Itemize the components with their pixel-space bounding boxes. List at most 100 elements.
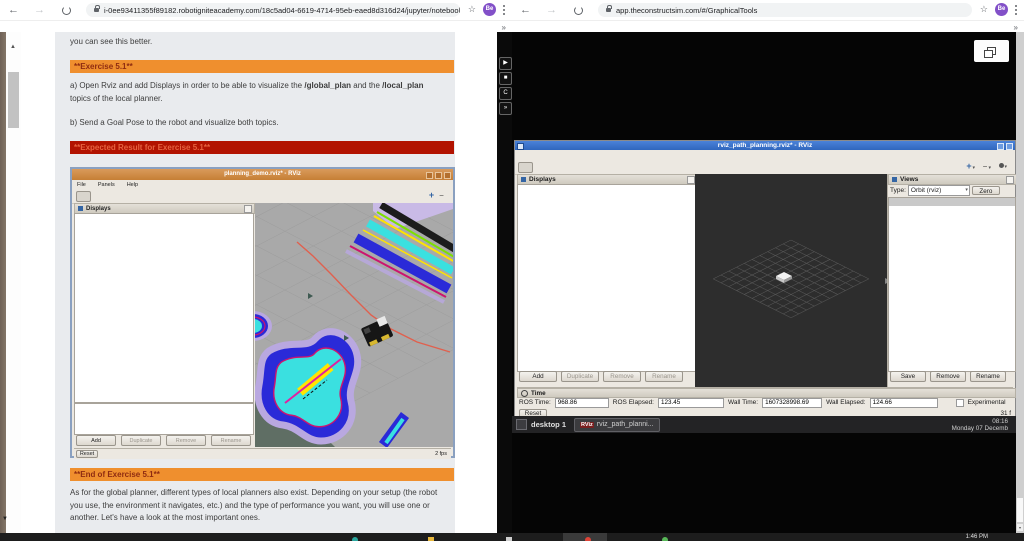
address-bar[interactable]: i-0ee93411355f89182.robotigniteacademy.c…: [86, 3, 460, 17]
panel-float-icon[interactable]: [1006, 175, 1014, 184]
toolbar-button[interactable]: [584, 162, 599, 173]
tree-row[interactable]: [518, 233, 696, 241]
address-bar[interactable]: app.theconstructsim.com/#/GraphicalTools: [598, 3, 972, 17]
notebook-scrollbar[interactable]: ▲ ▼: [2, 32, 21, 533]
toolbar-button[interactable]: [650, 162, 665, 173]
tree-row[interactable]: [889, 214, 1015, 222]
wall-time-field[interactable]: [762, 397, 823, 408]
bookmark-item[interactable]: [54, 23, 64, 30]
bookmark-item[interactable]: [589, 23, 599, 30]
bookmarks-overflow-icon[interactable]: »: [502, 23, 506, 32]
tree-row[interactable]: [518, 241, 696, 249]
tree-row[interactable]: [518, 209, 696, 217]
scroll-down-icon[interactable]: ▼: [2, 516, 8, 522]
side-panel-button[interactable]: ▶: [499, 57, 512, 70]
scroll-down-icon[interactable]: ▾: [1017, 524, 1023, 531]
tree-row[interactable]: [518, 217, 696, 225]
taskbar-app-icon[interactable]: [506, 537, 512, 541]
scrollbar-thumb[interactable]: [8, 72, 19, 128]
fullscreen-toggle-button[interactable]: [974, 40, 1009, 62]
tree-row[interactable]: [518, 185, 696, 193]
panel-button[interactable]: Remove: [930, 371, 966, 382]
ros-time-field[interactable]: [554, 397, 609, 408]
ros-elapsed-field[interactable]: [657, 397, 724, 408]
bookmark-item[interactable]: [566, 23, 576, 30]
bookmark-item[interactable]: [100, 23, 110, 30]
bookmark-item[interactable]: [520, 23, 530, 30]
bookmark-item[interactable]: [31, 23, 41, 30]
browser-menu-icon[interactable]: [503, 9, 505, 11]
bookmarks-overflow-icon[interactable]: »: [1014, 23, 1018, 32]
bookmark-star-icon[interactable]: ☆: [980, 4, 988, 15]
side-panel-button[interactable]: ■: [499, 72, 512, 85]
tree-row[interactable]: [889, 198, 1015, 206]
remove-tool-icon[interactable]: ▾: [981, 163, 991, 171]
forward-icon[interactable]: →: [546, 3, 557, 17]
zero-button[interactable]: Zero: [971, 185, 1000, 195]
avatar[interactable]: Be: [995, 3, 1008, 16]
panel-button[interactable]: Rename: [970, 371, 1006, 382]
toolbar-button[interactable]: [628, 162, 643, 173]
tree-row[interactable]: [889, 206, 1015, 214]
tree-row[interactable]: [889, 238, 1015, 246]
add-tool-icon[interactable]: ▾: [965, 163, 975, 171]
tree-row[interactable]: [518, 193, 696, 201]
experimental-checkbox[interactable]: [955, 398, 964, 407]
tree-row[interactable]: [518, 249, 696, 257]
taskbar-app-icon[interactable]: [352, 537, 358, 541]
desktop-label[interactable]: desktop 1: [531, 420, 566, 429]
side-panel-button[interactable]: C: [499, 87, 512, 100]
taskbar-window-button[interactable]: RViz rviz_path_planni...: [574, 417, 660, 432]
toolbar-button[interactable]: [606, 162, 621, 173]
browser-menu-icon[interactable]: [1015, 9, 1017, 11]
bookmark-item[interactable]: [146, 23, 156, 30]
panel-float-icon[interactable]: [687, 175, 695, 184]
back-icon[interactable]: ←: [520, 3, 531, 17]
reload-icon[interactable]: [574, 6, 583, 15]
rviz-titlebar[interactable]: rviz_path_planning.rviz* - RViz: [515, 141, 1015, 150]
scrollbar-thumb[interactable]: [1017, 498, 1023, 522]
bookmark-star-icon[interactable]: ☆: [468, 4, 476, 15]
window-buttons[interactable]: [997, 143, 1013, 150]
taskbar-app-icon[interactable]: [428, 537, 434, 541]
panel-button[interactable]: Add: [519, 371, 557, 382]
forward-icon[interactable]: →: [34, 3, 45, 17]
tree-row[interactable]: [889, 254, 1015, 262]
bookmark-item[interactable]: [543, 23, 553, 30]
tree-row[interactable]: [889, 230, 1015, 238]
tree-row[interactable]: [518, 265, 696, 273]
tree-row[interactable]: [889, 270, 1015, 278]
toolbar-button[interactable]: [672, 162, 687, 173]
bookmark-item[interactable]: [8, 23, 18, 30]
panel-button[interactable]: Rename: [645, 371, 683, 382]
tree-row[interactable]: [889, 222, 1015, 230]
panel-button[interactable]: Duplicate: [561, 371, 599, 382]
panel-button[interactable]: Save: [890, 371, 926, 382]
taskbar-app-icon[interactable]: [585, 537, 591, 541]
reload-icon[interactable]: [62, 6, 71, 15]
scroll-up-icon[interactable]: ▲: [10, 44, 16, 50]
bookmark-item[interactable]: [635, 23, 645, 30]
avatar[interactable]: Be: [483, 3, 496, 16]
taskbar-app-icon[interactable]: [662, 537, 668, 541]
toolbar-button[interactable]: [562, 162, 577, 173]
camera-tool-icon[interactable]: ▾: [999, 163, 1007, 170]
bookmark-item[interactable]: [77, 23, 87, 30]
tree-row[interactable]: [518, 201, 696, 209]
rviz-3d-viewport[interactable]: [695, 174, 887, 387]
system-clock[interactable]: 1:46 PM: [966, 534, 988, 540]
tree-row[interactable]: [889, 246, 1015, 254]
side-panel-button[interactable]: »: [499, 102, 512, 115]
panel-button[interactable]: Remove: [603, 371, 641, 382]
bookmark-item[interactable]: [612, 23, 622, 30]
toolbar-button[interactable]: [540, 162, 555, 173]
page-scrollbar[interactable]: ▾: [1016, 32, 1024, 533]
view-type-dropdown[interactable]: Orbit (rviz) ▾: [907, 184, 970, 196]
tree-row[interactable]: [889, 262, 1015, 270]
desktop-pager-icon[interactable]: [516, 419, 527, 430]
wall-elapsed-field[interactable]: [869, 397, 938, 408]
bookmark-item[interactable]: [658, 23, 668, 30]
toolbar-button[interactable]: [518, 161, 533, 173]
tree-row[interactable]: [518, 225, 696, 233]
tree-row[interactable]: [518, 257, 696, 265]
